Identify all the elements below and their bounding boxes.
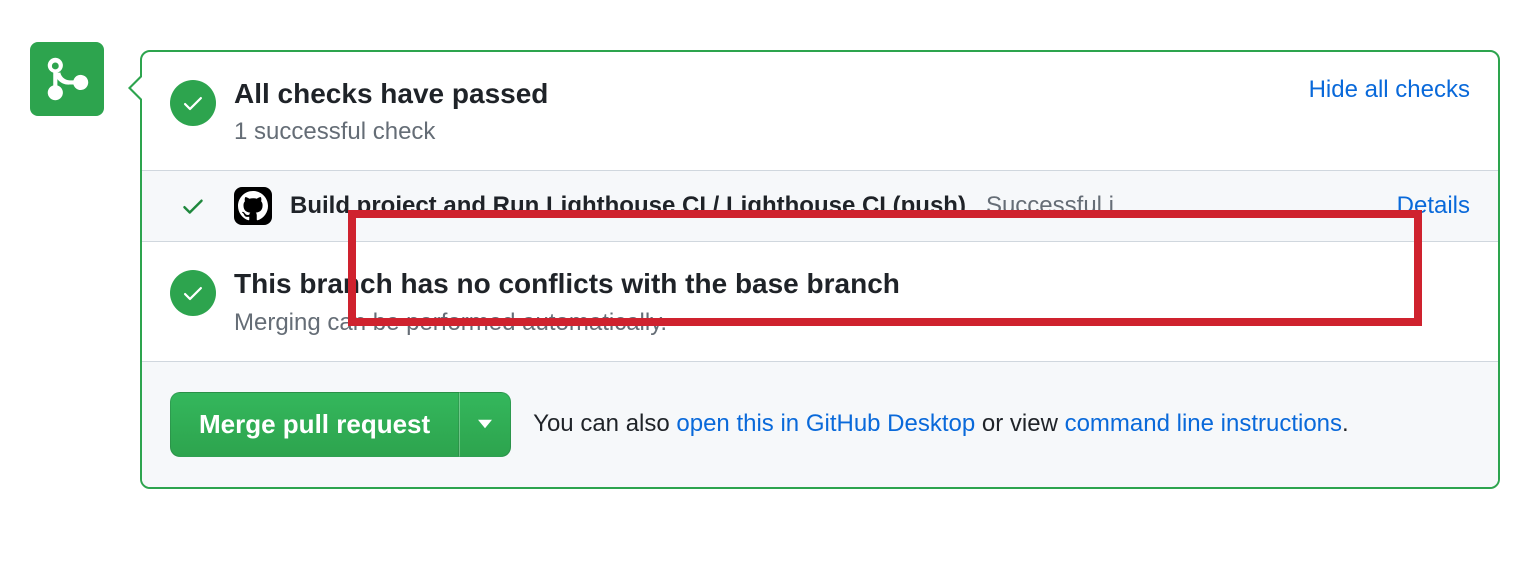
conflicts-subtitle: Merging can be performed automatically. xyxy=(234,309,1470,337)
git-merge-icon xyxy=(45,57,89,101)
cli-instructions-link[interactable]: command line instructions xyxy=(1065,410,1342,437)
success-status-icon xyxy=(170,80,216,126)
check-item-status: Successful i… xyxy=(986,192,1138,220)
checks-title: All checks have passed xyxy=(234,76,1289,112)
checks-summary-body: All checks have passed 1 successful chec… xyxy=(234,76,1289,146)
merge-pull-request-button[interactable]: Merge pull request xyxy=(170,392,459,457)
hint-prefix: You can also xyxy=(533,410,676,437)
conflicts-body: This branch has no conflicts with the ba… xyxy=(234,266,1470,336)
caret-down-icon xyxy=(478,419,492,429)
open-desktop-link[interactable]: open this in GitHub Desktop xyxy=(676,410,975,437)
hint-middle: or view xyxy=(975,410,1064,437)
merge-hint-text: You can also open this in GitHub Desktop… xyxy=(533,410,1349,438)
merge-options-dropdown-button[interactable] xyxy=(459,392,511,457)
check-item-status-icon xyxy=(170,193,216,219)
check-item-row[interactable]: Build project and Run Lighthouse CI / Li… xyxy=(142,171,1498,242)
checks-summary-section: All checks have passed 1 successful chec… xyxy=(142,52,1498,171)
hint-suffix: . xyxy=(1342,410,1349,437)
check-icon xyxy=(181,281,205,305)
github-actions-avatar xyxy=(234,187,272,225)
check-item-name: Build project and Run Lighthouse CI / Li… xyxy=(290,192,966,220)
check-icon xyxy=(180,193,206,219)
merge-footer: Merge pull request You can also open thi… xyxy=(142,362,1498,487)
check-icon xyxy=(181,91,205,115)
merge-status-box: All checks have passed 1 successful chec… xyxy=(140,50,1500,489)
github-icon xyxy=(238,191,268,221)
success-status-icon xyxy=(170,270,216,316)
check-details-link[interactable]: Details xyxy=(1397,192,1470,220)
conflicts-section: This branch has no conflicts with the ba… xyxy=(142,242,1498,361)
merge-button-group: Merge pull request xyxy=(170,392,511,457)
checks-subtitle: 1 successful check xyxy=(234,118,1289,146)
toggle-checks-link[interactable]: Hide all checks xyxy=(1309,76,1470,104)
git-merge-badge xyxy=(30,42,104,116)
conflicts-title: This branch has no conflicts with the ba… xyxy=(234,266,1470,302)
